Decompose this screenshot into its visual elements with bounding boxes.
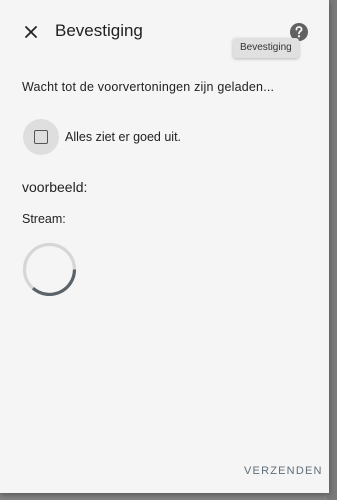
wait-message: Wacht tot de voorvertoningen zijn gelade… [22, 80, 275, 94]
checkbox-square-icon [34, 130, 48, 144]
close-icon [25, 26, 37, 38]
dialog-title: Bevestiging [55, 21, 143, 40]
confirmation-dialog: Bevestiging Bevestiging Wacht tot de voo… [0, 0, 329, 493]
close-button[interactable] [18, 19, 44, 45]
submit-button[interactable]: VERZENDEN [236, 460, 331, 482]
help-tooltip: Bevestiging [233, 38, 299, 58]
stream-label: Stream: [22, 212, 66, 226]
confirm-checkbox[interactable] [23, 119, 59, 155]
dialog-header: Bevestiging Bevestiging [0, 0, 329, 60]
confirm-checkbox-label[interactable]: Alles ziet er goed uit. [65, 130, 181, 144]
loading-spinner-icon [22, 242, 77, 297]
confirm-checkbox-row[interactable]: Alles ziet er goed uit. [23, 118, 181, 156]
preview-heading: voorbeeld: [22, 179, 88, 195]
